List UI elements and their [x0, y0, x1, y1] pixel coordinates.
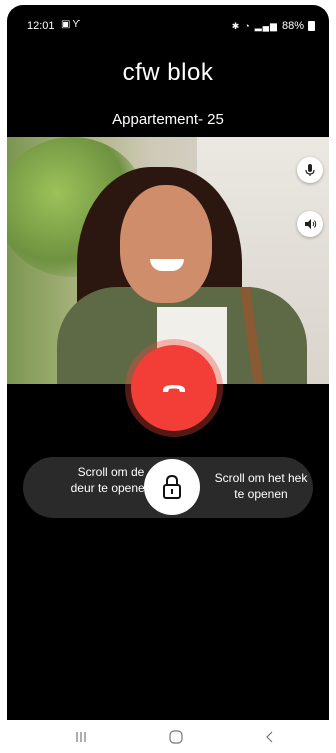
microphone-button[interactable]	[297, 157, 323, 183]
home-button[interactable]	[164, 728, 188, 746]
battery-text: 88%	[281, 20, 304, 32]
page-title: cfw blok	[122, 59, 214, 86]
status-left-icons: ▣Ƴ	[61, 19, 82, 30]
home-icon	[169, 730, 183, 744]
video-person-face	[120, 185, 212, 303]
apartment-label: Appartement- 25	[112, 111, 224, 128]
status-right: ✱ ◔ ▂▄▆ 88%	[232, 20, 315, 32]
unlock-slider[interactable]: Scroll om de deur te openen Scroll om he…	[23, 457, 313, 518]
speaker-button[interactable]	[297, 211, 323, 237]
unlock-knob[interactable]	[144, 459, 200, 515]
back-icon	[266, 731, 273, 743]
microphone-icon	[305, 164, 315, 176]
status-time: 12:01	[27, 20, 55, 32]
image-icon: ▣	[61, 19, 73, 30]
antenna-icon: Ƴ	[72, 19, 83, 30]
phone-screen: 12:01 ▣Ƴ ✱ ◔ ▂▄▆ 88% cfw blok Appartemen…	[7, 5, 329, 748]
unlock-door-label: Scroll om de deur te openen	[70, 465, 152, 495]
recent-apps-icon	[76, 732, 86, 742]
status-bar: 12:01 ▣Ƴ ✱ ◔ ▂▄▆ 88%	[7, 5, 329, 39]
navigation-bar	[7, 720, 329, 753]
signal-icon: ▂▄▆	[254, 20, 278, 31]
hangup-button[interactable]	[131, 345, 217, 431]
phone-hangup-icon	[163, 385, 185, 392]
speaker-icon	[305, 219, 317, 229]
recent-apps-button[interactable]	[69, 728, 93, 746]
bluetooth-icon: ✱	[231, 20, 241, 31]
back-button[interactable]	[258, 728, 282, 746]
unlock-gate-label: Scroll om het hek te openen	[214, 471, 308, 501]
lock-icon	[163, 474, 181, 499]
battery-icon	[308, 21, 315, 31]
wifi-icon: ◔	[244, 21, 251, 31]
